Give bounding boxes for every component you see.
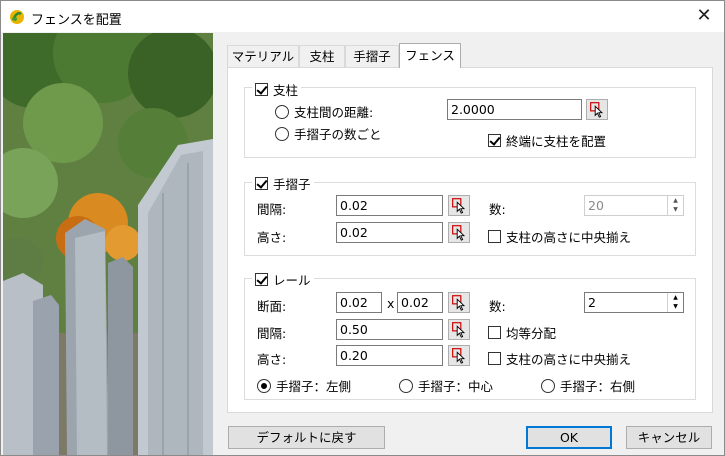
rail-height-pick-button[interactable]: [448, 345, 470, 366]
close-button[interactable]: ✕: [689, 3, 719, 29]
rail-position-right-label: 手摺子：右側: [560, 379, 636, 394]
baluster-count-label: 数:: [489, 202, 506, 217]
rail-position-left-radio[interactable]: [257, 378, 271, 393]
place-end-post-label: 終端に支柱を配置: [506, 134, 607, 149]
baluster-center-checkbox[interactable]: [488, 230, 501, 243]
place-end-post-checkbox[interactable]: [488, 134, 501, 147]
baluster-height-input[interactable]: 0.02: [336, 222, 443, 243]
pick-cursor-icon: [452, 198, 466, 214]
dialog-window: フェンスを配置 ✕ マテリアル 支柱 手摺子 フェンス 支柱 支柱間の距離: 2…: [0, 0, 725, 456]
rail-position-center-label: 手摺子：中心: [418, 379, 494, 394]
rail-spacing-label: 間隔:: [257, 326, 287, 341]
tab-material[interactable]: マテリアル: [227, 45, 299, 67]
rail-checkbox[interactable]: [255, 273, 268, 286]
baluster-height-label: 高さ:: [257, 230, 287, 245]
baluster-height-pick-button[interactable]: [448, 222, 470, 243]
title-bar: フェンスを配置 ✕: [1, 1, 724, 32]
ok-button[interactable]: OK: [526, 426, 612, 449]
baluster-spacing-label: 間隔:: [257, 202, 287, 217]
rail-position-center-option[interactable]: 手摺子：中心: [399, 376, 493, 395]
baluster-center-option[interactable]: 支柱の高さに中央揃え: [488, 227, 631, 246]
rail-section-label: 断面:: [257, 299, 287, 314]
post-spacing-radio-option[interactable]: 支柱間の距離:: [275, 102, 373, 121]
pick-cursor-icon: [452, 225, 466, 241]
post-group: [244, 87, 696, 158]
baluster-spacing-input[interactable]: 0.02: [336, 195, 443, 216]
post-spacing-label: 支柱間の距離:: [294, 105, 374, 120]
tab-baluster[interactable]: 手摺子: [345, 45, 399, 67]
post-spacing-radio[interactable]: [275, 104, 289, 119]
per-baluster-radio[interactable]: [275, 126, 289, 141]
rail-legend-label: レール: [273, 273, 311, 288]
rail-equal-checkbox[interactable]: [488, 326, 501, 339]
rail-section-width-input[interactable]: 0.02: [336, 292, 382, 313]
baluster-legend-label: 手摺子: [273, 177, 311, 192]
rail-section-pick-button[interactable]: [448, 292, 470, 313]
pick-cursor-icon: [452, 322, 466, 338]
per-baluster-radio-option[interactable]: 手摺子の数ごと: [275, 124, 382, 143]
baluster-group-legend[interactable]: 手摺子: [252, 174, 314, 193]
rail-count-value: 2: [588, 295, 596, 310]
pick-cursor-icon: [590, 102, 604, 118]
place-end-post-option[interactable]: 終端に支柱を配置: [488, 131, 606, 150]
post-spacing-input[interactable]: 2.0000: [447, 99, 582, 120]
pick-cursor-icon: [452, 348, 466, 364]
rail-count-label: 数:: [489, 299, 506, 314]
pick-cursor-icon: [452, 295, 466, 311]
baluster-spacing-pick-button[interactable]: [448, 195, 470, 216]
rail-height-label: 高さ:: [257, 352, 287, 367]
baluster-count-spinbox: 20 ▲ ▼: [584, 195, 684, 216]
post-legend-label: 支柱: [273, 83, 299, 98]
rail-equal-option[interactable]: 均等分配: [488, 323, 556, 342]
reset-defaults-button[interactable]: デフォルトに戻す: [228, 426, 385, 449]
rail-position-left-label: 手摺子：左側: [276, 379, 352, 394]
baluster-checkbox[interactable]: [255, 177, 268, 190]
post-checkbox[interactable]: [255, 83, 268, 96]
rail-center-checkbox[interactable]: [488, 352, 501, 365]
per-baluster-label: 手摺子の数ごと: [294, 127, 382, 142]
rail-position-left-option[interactable]: 手摺子：左側: [257, 376, 351, 395]
rail-count-spinbox[interactable]: 2 ▲ ▼: [584, 292, 684, 313]
post-spacing-pick-button[interactable]: [586, 99, 608, 120]
rail-spacing-input[interactable]: 0.50: [336, 319, 443, 340]
rail-position-right-radio[interactable]: [541, 378, 555, 393]
post-group-legend[interactable]: 支柱: [252, 80, 302, 99]
baluster-count-value: 20: [588, 198, 604, 213]
rail-center-option[interactable]: 支柱の高さに中央揃え: [488, 349, 631, 368]
app-icon: [10, 10, 24, 24]
fence-preview-image: [3, 33, 213, 455]
baluster-center-label: 支柱の高さに中央揃え: [506, 230, 632, 245]
rail-section-times: x: [387, 296, 395, 311]
tab-fence[interactable]: フェンス: [399, 43, 461, 68]
tab-post[interactable]: 支柱: [299, 45, 345, 67]
window-title: フェンスを配置: [31, 13, 122, 28]
rail-height-input[interactable]: 0.20: [336, 345, 443, 366]
rail-center-label: 支柱の高さに中央揃え: [506, 352, 632, 367]
rail-equal-label: 均等分配: [506, 326, 557, 341]
baluster-count-spin-arrows: ▲ ▼: [667, 196, 683, 215]
rail-position-right-option[interactable]: 手摺子：右側: [541, 376, 635, 395]
rail-position-center-radio[interactable]: [399, 378, 413, 393]
rail-spacing-pick-button[interactable]: [448, 319, 470, 340]
rail-group-legend[interactable]: レール: [252, 270, 314, 289]
cancel-button[interactable]: キャンセル: [626, 426, 712, 449]
rail-count-spin-arrows[interactable]: ▲ ▼: [667, 293, 683, 312]
rail-section-height-input[interactable]: 0.02: [397, 292, 443, 313]
